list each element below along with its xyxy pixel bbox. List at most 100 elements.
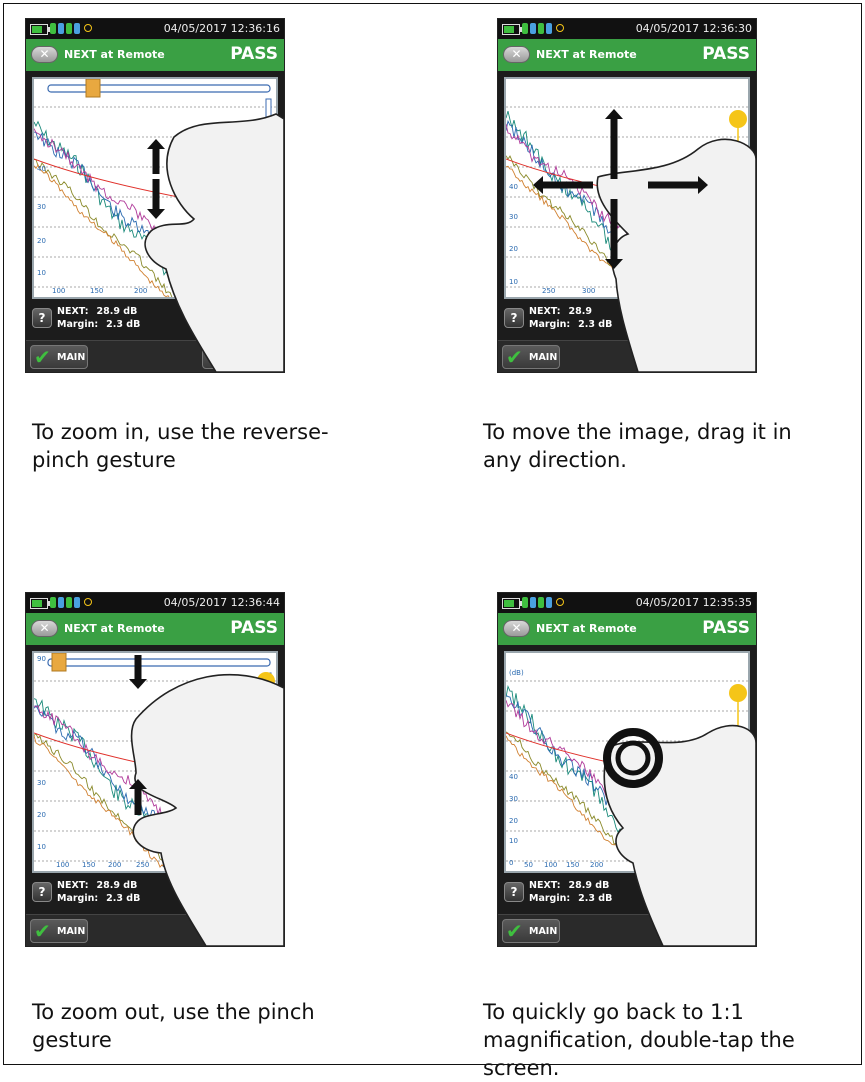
next-plot[interactable]: 40 30 20 10 100 150 200 250	[32, 77, 278, 299]
main-button[interactable]: ✔ MAIN	[502, 919, 560, 943]
battery-icon	[502, 598, 522, 609]
status-bar: 04/05/2017 12:36:16	[26, 19, 284, 39]
help-button[interactable]: ?	[32, 882, 52, 902]
help-button[interactable]: ?	[504, 308, 524, 328]
margin-row: Margin: 2.3 dB	[57, 892, 140, 905]
next-plot[interactable]: 40302010025030040	[504, 77, 750, 299]
timestamp: 04/05/2017 12:36:16	[163, 22, 280, 35]
close-button[interactable]: ✕	[503, 46, 530, 63]
next-trace	[34, 704, 208, 871]
next-trace	[506, 684, 666, 871]
close-button[interactable]: ✕	[31, 46, 58, 63]
next-trace	[34, 128, 227, 297]
y-tick-label: 20	[509, 817, 518, 825]
timestamp: 04/05/2017 12:36:44	[163, 596, 280, 609]
cursor-handle[interactable]	[729, 110, 747, 128]
next-trace	[506, 735, 643, 871]
help-button[interactable]: ?	[504, 882, 524, 902]
y-tick-label: 30	[509, 795, 518, 803]
y-tick-label: 10	[509, 278, 518, 286]
next-trace	[506, 119, 678, 297]
link-status-icon	[74, 597, 80, 608]
help-button[interactable]: ?	[32, 308, 52, 328]
y-tick-label: 90	[37, 655, 46, 663]
close-button[interactable]: ✕	[31, 620, 58, 637]
next-value: 28.9 dB	[96, 880, 138, 891]
x-tick-label: 200	[134, 287, 147, 295]
y-tick-label: 30	[37, 779, 46, 787]
link-status-icon	[50, 597, 56, 608]
x-tick-label: 40	[636, 287, 645, 295]
pass-status: PASS	[230, 618, 278, 638]
vertical-zoom-track[interactable]	[265, 98, 272, 280]
plot-canvas[interactable]: 903020100100150200250300	[34, 653, 276, 871]
plot-canvas[interactable]: 403020100 50 100 150 200(dB)	[506, 653, 748, 871]
y-tick-label: 0	[509, 859, 513, 867]
checkmark-icon: ✔	[506, 345, 523, 369]
measurement-info: ? NEXT: 28.9 Margin: 2.3 dB	[504, 303, 750, 337]
test-title: NEXT at Remote	[536, 622, 637, 635]
link-status-icon	[522, 23, 528, 34]
cursor-handle[interactable]	[257, 672, 275, 690]
main-button[interactable]: ✔ MAIN	[502, 345, 560, 369]
margin-value: 2.3 dB	[106, 893, 141, 904]
main-button[interactable]: ✔ MAIN	[30, 919, 88, 943]
margin-value: 2.3 dB	[578, 893, 613, 904]
x-tick-label: 150	[82, 861, 95, 869]
link-status-icon	[546, 23, 552, 34]
checkmark-icon: ✔	[34, 919, 51, 943]
test-title: NEXT at Remote	[64, 48, 165, 61]
x-tick-label: 200	[590, 861, 603, 869]
secondary-button[interactable]: W	[202, 919, 274, 943]
pass-status: PASS	[702, 44, 750, 64]
location-pin-icon	[84, 24, 92, 32]
battery-icon	[30, 24, 50, 35]
zoom-slider-track[interactable]	[47, 84, 271, 93]
test-title: NEXT at Remote	[536, 48, 637, 61]
measurement-info: ? NEXT: 28.9 dB Margin: 2.3 dB	[504, 877, 750, 911]
zoom-slider-thumb[interactable]	[51, 653, 67, 672]
margin-label: Margin:	[529, 893, 571, 904]
link-status-icon	[74, 23, 80, 34]
battery-icon	[502, 24, 522, 35]
caption: To quickly go back to 1:1 magnification,…	[483, 1000, 795, 1080]
x-tick-label: 200	[108, 861, 121, 869]
cursor-handle[interactable]	[729, 684, 747, 702]
y-tick-label: 10	[37, 269, 46, 277]
link-status-icon	[538, 597, 544, 608]
link-status-icon	[66, 597, 72, 608]
plot-canvas[interactable]: 40 30 20 10 100 150 200 250	[34, 79, 276, 297]
y-tick-label: 40	[509, 773, 518, 781]
tester-screen: 04/05/2017 12:35:35 ✕ NEXT at Remote PASS 40…	[497, 592, 757, 947]
margin-label: Margin:	[57, 319, 99, 330]
next-trace	[506, 123, 712, 297]
margin-label: Margin:	[529, 319, 571, 330]
next-row: NEXT: 28.9	[529, 305, 612, 318]
status-bar: 04/05/2017 12:35:35	[498, 593, 756, 613]
next-plot[interactable]: 40 30 20 10 0 50 100 150 200 (dB)	[504, 651, 750, 873]
zoom-slider-thumb[interactable]	[85, 79, 101, 98]
main-button[interactable]: ✔ MAIN	[30, 345, 88, 369]
y-tick-label: 10	[509, 837, 518, 845]
status-bar: 04/05/2017 12:36:30	[498, 19, 756, 39]
secondary-button[interactable]: W	[202, 345, 274, 369]
plot-canvas[interactable]: 40302010025030040	[506, 79, 748, 297]
link-status-icon	[538, 23, 544, 34]
margin-row: Margin: 2.3 dB	[529, 892, 612, 905]
next-trace	[34, 131, 208, 297]
x-tick-label: 300	[582, 287, 595, 295]
close-button[interactable]: ✕	[503, 620, 530, 637]
timestamp: 04/05/2017 12:36:30	[635, 22, 752, 35]
tester-screen: 04/05/2017 12:36:16 ✕ NEXT at Remote PASS 40…	[25, 18, 285, 373]
bottom-bar: ✔ MAIN	[498, 340, 756, 372]
next-plot[interactable]: 903020100100150200250300	[32, 651, 278, 873]
tester-screen: 04/05/2017 12:36:30 ✕ NEXT at Remote PASS 40…	[497, 18, 757, 373]
y-tick-label: 30	[509, 213, 518, 221]
next-trace	[506, 731, 651, 871]
next-trace	[506, 110, 667, 297]
link-status-icon	[530, 23, 536, 34]
bottom-bar: ✔ MAIN W	[26, 914, 284, 946]
zoom-slider-track[interactable]	[47, 658, 271, 667]
y-tick-label: 30	[37, 203, 46, 211]
tester-screen: 04/05/2017 12:36:44 ✕ NEXT at Remote PASS 90…	[25, 592, 285, 947]
